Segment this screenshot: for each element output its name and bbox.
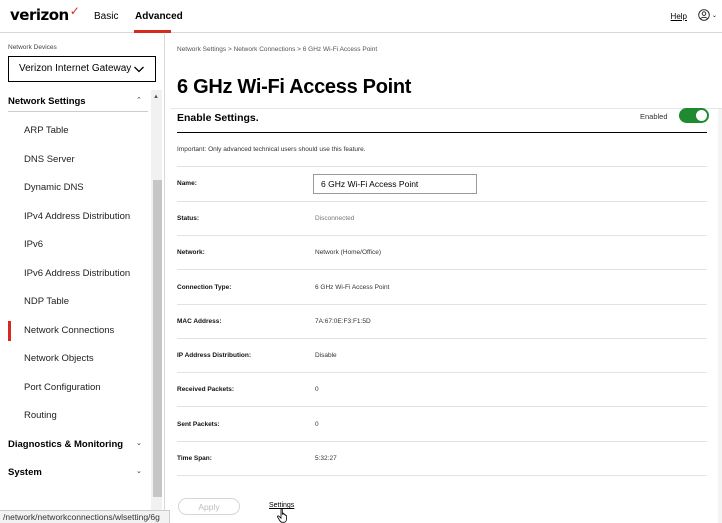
sidebar-item-ipv4-address-distribution[interactable]: IPv4 Address Distribution [24, 211, 130, 222]
device-select[interactable]: Verizon Internet Gateway [8, 56, 156, 82]
breadcrumb-network-connections[interactable]: Network Connections [234, 46, 296, 53]
sidebar-scroll-thumb[interactable] [153, 180, 162, 497]
time-span-value: 5:32:27 [315, 455, 337, 462]
breadcrumb: Network Settings > Network Connections >… [177, 46, 377, 53]
section-divider [8, 111, 148, 112]
sidebar-item-arp-table[interactable]: ARP Table [24, 125, 69, 136]
row-divider [177, 475, 707, 476]
verizon-logo[interactable]: verizon✓ [10, 4, 80, 24]
row-divider [177, 201, 707, 202]
sidebar-item-ipv6[interactable]: IPv6 [24, 239, 43, 250]
row-divider [177, 166, 707, 167]
device-select-value: Verizon Internet Gateway [19, 63, 132, 74]
row-divider [177, 441, 707, 442]
chevron-up-icon[interactable]: ⌃ [136, 96, 142, 104]
page-title: 6 GHz Wi-Fi Access Point [177, 76, 412, 98]
sidebar-item-network-connections[interactable]: Network Connections [24, 325, 114, 336]
enable-divider [177, 132, 707, 133]
main-scrollbar[interactable] [718, 109, 722, 523]
received-packets-value: 0 [315, 386, 319, 393]
chevron-down-icon [134, 66, 144, 73]
row-divider [177, 235, 707, 236]
time-span-label: Time Span: [177, 455, 212, 462]
chevron-down-icon[interactable]: ⌄ [136, 467, 142, 475]
status-value: Disconnected [315, 215, 355, 222]
sent-packets-label: Sent Packets: [177, 421, 220, 428]
help-link[interactable]: Help [671, 12, 687, 21]
hand-pointer-icon [277, 508, 287, 523]
mac-address-value: 7A:67:0E:F3:F1:5D [315, 318, 371, 325]
section-system[interactable]: System [8, 467, 42, 478]
row-divider [177, 338, 707, 339]
section-diagnostics-monitoring[interactable]: Diagnostics & Monitoring [8, 439, 123, 450]
row-divider [177, 406, 707, 407]
top-nav: verizon✓ Basic Advanced Help ⌄ [0, 0, 722, 33]
network-label: Network: [177, 249, 205, 256]
row-divider [177, 372, 707, 373]
sidebar-item-dynamic-dns[interactable]: Dynamic DNS [24, 182, 84, 193]
important-note: Important: Only advanced technical users… [177, 146, 366, 153]
mac-address-label: MAC Address: [177, 318, 222, 325]
sidebar-item-ipv6-address-distribution[interactable]: IPv6 Address Distribution [24, 268, 130, 279]
chevron-down-icon[interactable]: ⌄ [136, 439, 142, 447]
section-network-settings[interactable]: Network Settings [8, 96, 86, 107]
title-divider [170, 108, 722, 109]
breadcrumb-separator: > [227, 46, 232, 53]
enabled-label: Enabled [640, 112, 668, 121]
status-label: Status: [177, 215, 200, 222]
sidebar-item-port-configuration[interactable]: Port Configuration [24, 382, 101, 393]
enable-settings-heading: Enable Settings. [177, 112, 259, 124]
sidebar-item-network-objects[interactable]: Network Objects [24, 353, 94, 364]
network-value: Network (Home/Office) [315, 249, 381, 256]
user-circle-icon[interactable] [698, 9, 710, 21]
enable-toggle[interactable] [679, 108, 709, 123]
chevron-down-icon[interactable]: ⌄ [712, 12, 717, 19]
active-item-indicator [8, 321, 11, 341]
connection-type-label: Connection Type: [177, 284, 232, 291]
tab-basic[interactable]: Basic [94, 11, 118, 22]
name-input[interactable]: 6 GHz Wi-Fi Access Point [313, 174, 477, 194]
breadcrumb-separator: > [297, 46, 301, 53]
status-bar-url: /network/networkconnections/wlsetting/6g [0, 510, 170, 523]
connection-type-value: 6 GHz Wi-Fi Access Point [315, 284, 390, 291]
sidebar-item-routing[interactable]: Routing [24, 410, 57, 421]
ip-address-distribution-value: Disable [315, 352, 337, 359]
name-label: Name: [177, 180, 197, 187]
ip-address-distribution-label: IP Address Distribution: [177, 352, 252, 359]
breadcrumb-network-settings[interactable]: Network Settings [177, 46, 226, 53]
apply-button[interactable]: Apply [178, 498, 240, 515]
sidebar-item-ndp-table[interactable]: NDP Table [24, 296, 69, 307]
scroll-up-arrow-icon[interactable]: ▲ [153, 94, 159, 100]
sent-packets-value: 0 [315, 421, 319, 428]
sidebar: Network Devices Verizon Internet Gateway… [0, 34, 165, 523]
toggle-knob [695, 109, 708, 122]
breadcrumb-current: 6 GHz Wi-Fi Access Point [302, 46, 378, 53]
row-divider [177, 304, 707, 305]
received-packets-label: Received Packets: [177, 386, 235, 393]
network-devices-label: Network Devices [8, 44, 57, 51]
tab-advanced[interactable]: Advanced [135, 11, 183, 22]
active-tab-indicator [134, 30, 171, 33]
sidebar-item-dns-server[interactable]: DNS Server [24, 154, 75, 165]
row-divider [177, 269, 707, 270]
